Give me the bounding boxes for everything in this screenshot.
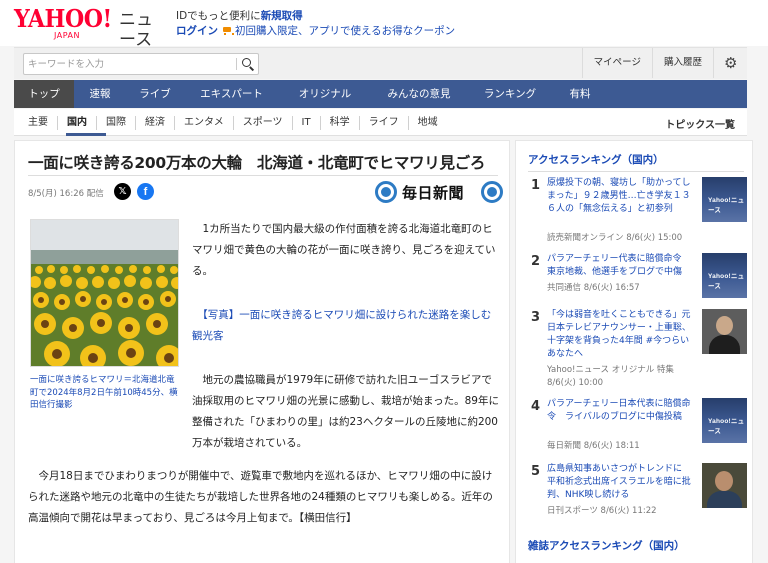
access-ranking-heading: アクセスランキング（国内） bbox=[528, 154, 664, 166]
ranking-divider bbox=[528, 171, 744, 172]
ranking-title[interactable]: 原爆投下の朝、寝坊し「助かってしまった」９２歳男性…亡き学友１３６人の「無念伝え… bbox=[547, 177, 693, 216]
logo-news-text: ニュース bbox=[119, 10, 153, 50]
publisher-name: 毎日新聞 bbox=[402, 184, 465, 202]
rank-number: 4 bbox=[531, 399, 541, 414]
signup-link[interactable]: 新規取得 bbox=[261, 10, 303, 22]
thumbnail-label: Yahoo!ニュース bbox=[708, 197, 745, 214]
main-nav-ranking[interactable]: ランキング bbox=[467, 80, 553, 108]
settings-button[interactable]: ⚙ bbox=[713, 48, 747, 78]
thumbnail-label: Yahoo!ニュース bbox=[708, 273, 745, 290]
ranking-source: 毎日新聞 8/6(火) 18:11 bbox=[547, 441, 640, 451]
main-nav-original[interactable]: オリジナル bbox=[279, 80, 371, 108]
search-icon[interactable] bbox=[240, 56, 256, 72]
rank-number: 3 bbox=[531, 310, 541, 325]
logo-yahoo-text: YAHOO! bbox=[14, 4, 112, 33]
publisher-logo[interactable]: 毎日新聞 bbox=[375, 181, 503, 203]
main-nav-paid[interactable]: 有料 bbox=[553, 80, 607, 108]
ranking-source: 共同通信 8/6(火) 16:57 bbox=[547, 283, 640, 293]
category-international[interactable]: 国際 bbox=[96, 115, 135, 130]
category-science[interactable]: 科学 bbox=[319, 115, 359, 130]
ranking-source: Yahoo!ニュース オリジナル 特集 bbox=[547, 365, 674, 375]
facebook-share-icon[interactable]: f bbox=[137, 183, 154, 200]
publisher-emblem-icon bbox=[375, 181, 397, 203]
main-nav-live[interactable]: ライブ bbox=[126, 80, 184, 108]
ranking-item[interactable]: 3 「今は弱音を吐くこともできる」元日本テレビアナウンサー・上重聡、十字架を背負… bbox=[528, 309, 747, 388]
ranking-title[interactable]: 「今は弱音を吐くこともできる」元日本テレビアナウンサー・上重聡、十字架を背負った… bbox=[547, 309, 693, 361]
promo-text: IDでもっと便利に bbox=[176, 10, 261, 22]
ranking-thumbnail[interactable] bbox=[702, 463, 747, 508]
category-economy[interactable]: 経済 bbox=[135, 115, 174, 130]
ranking-sidebar: アクセスランキング（国内） 1 原爆投下の朝、寝坊し「助かってしまった」９２歳男… bbox=[515, 140, 753, 563]
purchase-history-link[interactable]: 購入履歴 bbox=[651, 48, 713, 78]
article: 一面に咲き誇る200万本の大輪 北海道・北竜町でヒマワリ見ごろ 8/5(月) 1… bbox=[14, 140, 510, 563]
gear-icon: ⚙ bbox=[724, 54, 738, 72]
login-link[interactable]: ログイン bbox=[176, 25, 218, 37]
coupon-link[interactable]: 初回購入限定、アプリで使えるお得なクーポン bbox=[235, 25, 455, 37]
main-nav-expert[interactable]: エキスパート bbox=[184, 80, 279, 108]
topics-list-link[interactable]: トピックス一覧 bbox=[665, 116, 735, 131]
search-input[interactable] bbox=[28, 56, 228, 72]
search-divider bbox=[236, 58, 237, 70]
ranking-thumbnail[interactable]: Yahoo!ニュース bbox=[702, 398, 747, 443]
logo-japan-text: JAPAN bbox=[54, 31, 80, 40]
ranking-source: 日刊スポーツ 8/6(火) 11:22 bbox=[547, 506, 657, 516]
main-nav-top[interactable]: トップ bbox=[14, 80, 74, 108]
rank-number: 1 bbox=[531, 178, 541, 193]
article-paragraph-3: 今月18日までひまわりまつりが開催中で、遊覧車で敷地内を巡れるほか、ヒマワリ畑の… bbox=[28, 470, 493, 524]
article-paragraph-2-text: 地元の農協職員が1979年に研修で訪れた旧ユーゴスラビアで油採取用のヒマワリ畑の… bbox=[192, 374, 499, 449]
category-it[interactable]: IT bbox=[291, 115, 320, 130]
ranking-source: 読売新聞オンライン 8/6(火) 15:00 bbox=[547, 233, 683, 243]
cart-icon bbox=[222, 26, 234, 35]
category-local[interactable]: 地域 bbox=[407, 115, 447, 130]
article-photo[interactable] bbox=[30, 219, 179, 367]
category-sports[interactable]: スポーツ bbox=[232, 115, 292, 130]
ranking-thumbnail[interactable]: Yahoo!ニュース bbox=[702, 253, 747, 298]
ranking-item[interactable]: 1 原爆投下の朝、寝坊し「助かってしまった」９２歳男性…亡き学友１３６人の「無念… bbox=[528, 177, 747, 243]
site-header: YAHOO! JAPAN ニュース IDでもっと便利に新規取得 ログイン 初回購入… bbox=[0, 0, 768, 51]
ranking-item[interactable]: 2 パラアーチェリー代表に賠償命令 東京地裁、他選手をブログで中傷 共同通信 8… bbox=[528, 253, 747, 317]
search-bar-row: マイページ 購入履歴 ⚙ bbox=[14, 47, 747, 79]
ranking-item[interactable]: 4 パラアーチェリー日本代表に賠償命令 ライバルのブログに中傷投稿 毎日新聞 8… bbox=[528, 398, 747, 462]
rank-number: 2 bbox=[531, 254, 541, 269]
category-main[interactable]: 主要 bbox=[14, 116, 57, 130]
header-promo: IDでもっと便利に新規取得 ログイン 初回購入限定、アプリで使えるお得なクーポン bbox=[176, 9, 455, 38]
ranking-source-date: 8/6(火) 10:00 bbox=[547, 378, 604, 388]
main-nav-opinions[interactable]: みんなの意見 bbox=[371, 80, 467, 108]
ranking-thumbnail[interactable] bbox=[702, 309, 747, 354]
category-nav: 主要 国内 国際 経済 エンタメ スポーツ IT 科学 ライフ 地域 トピックス… bbox=[14, 109, 747, 136]
ranking-title[interactable]: 広島県知事あいさつがトレンドに 平和祈念式出席イスラエルを暗に批判、NHK映し続… bbox=[547, 463, 693, 502]
category-domestic[interactable]: 国内 bbox=[57, 115, 96, 130]
sunflower-field-image bbox=[31, 220, 178, 366]
article-date: 8/5(月) 16:26 配信 bbox=[28, 189, 104, 199]
thumbnail-label: Yahoo!ニュース bbox=[708, 418, 745, 435]
magazine-ranking-heading: 雑誌アクセスランキング（国内） bbox=[528, 540, 685, 552]
x-share-icon[interactable]: 𝕏 bbox=[114, 183, 131, 200]
search-box bbox=[23, 53, 259, 75]
ranking-thumbnail[interactable]: Yahoo!ニュース bbox=[702, 177, 747, 222]
active-category-indicator bbox=[66, 133, 106, 136]
rank-number: 5 bbox=[531, 464, 541, 479]
category-entertainment[interactable]: エンタメ bbox=[174, 115, 233, 130]
article-lead-paragraph: 1カ所当たりで国内最大級の作付面積を誇る北海道北竜町のヒマワリ畑で黄色の大輪の花… bbox=[192, 223, 496, 277]
main-nav-breaking[interactable]: 速報 bbox=[74, 80, 126, 108]
category-life[interactable]: ライフ bbox=[358, 115, 408, 130]
ranking-title[interactable]: パラアーチェリー日本代表に賠償命令 ライバルのブログに中傷投稿 bbox=[547, 398, 693, 424]
photo-gallery-link[interactable]: 【写真】一面に咲き誇るヒマワリ畑に設けられた迷路を楽しむ観光客 bbox=[192, 305, 500, 347]
article-paragraph-2: 地元の農協職員が1979年に研修で訪れた旧ユーゴスラビアで油採取用のヒマワリ畑の… bbox=[28, 370, 500, 454]
article-title: 一面に咲き誇る200万本の大輪 北海道・北竜町でヒマワリ見ごろ bbox=[28, 154, 486, 172]
title-divider bbox=[28, 175, 498, 176]
mypage-link[interactable]: マイページ bbox=[581, 48, 652, 78]
utility-links: マイページ 購入履歴 ⚙ bbox=[581, 48, 747, 78]
yahoo-news-logo[interactable]: YAHOO! JAPAN ニュース bbox=[14, 4, 164, 51]
ranking-title[interactable]: パラアーチェリー代表に賠償命令 東京地裁、他選手をブログで中傷 bbox=[547, 253, 693, 279]
ranking-item[interactable]: 5 広島県知事あいさつがトレンドに 平和祈念式出席イスラエルを暗に批判、NHK映… bbox=[528, 463, 747, 527]
publisher-emblem-icon bbox=[481, 181, 503, 203]
main-nav: トップ 速報 ライブ エキスパート オリジナル みんなの意見 ランキング 有料 bbox=[14, 80, 747, 108]
